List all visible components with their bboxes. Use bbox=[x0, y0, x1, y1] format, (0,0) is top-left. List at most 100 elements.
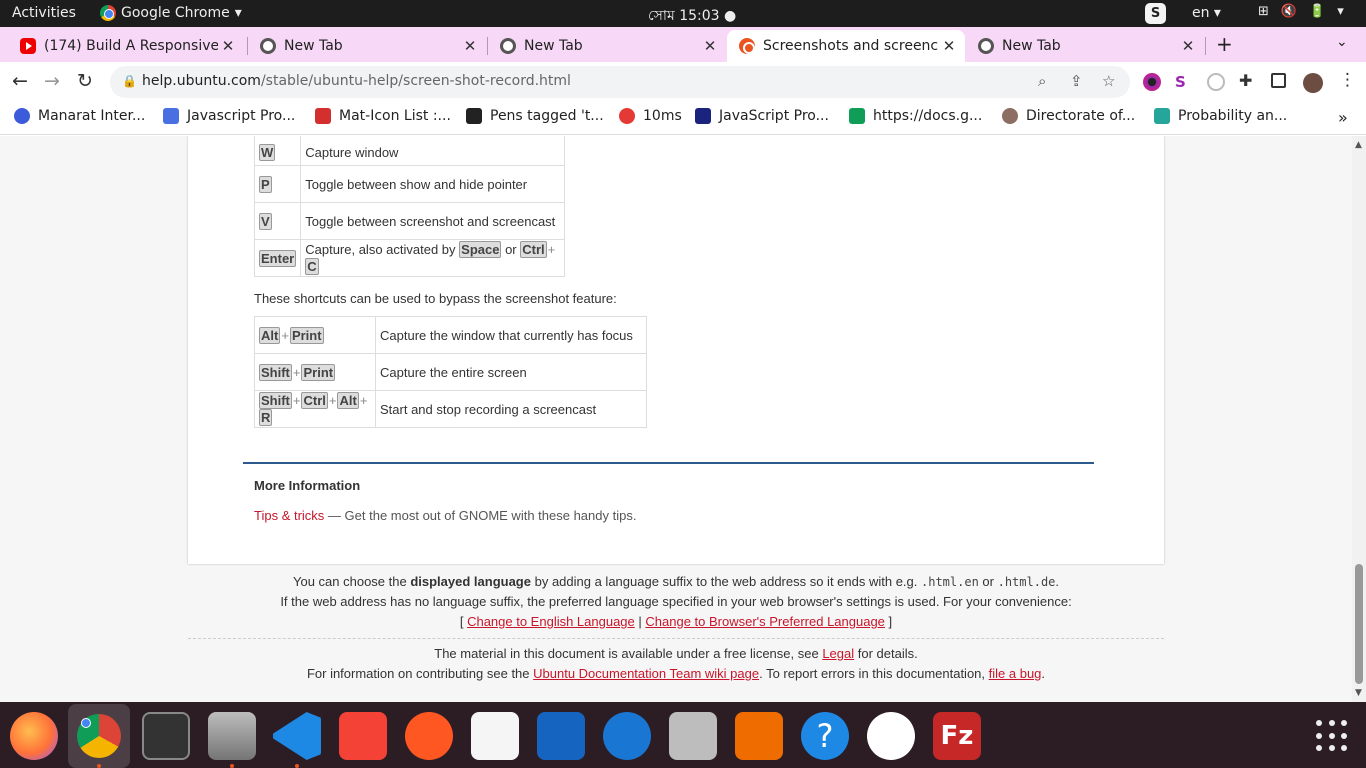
puzzle-extensions-icon[interactable]: ✚ bbox=[1239, 71, 1257, 90]
filezilla-icon[interactable]: Fz bbox=[933, 712, 981, 760]
avatar[interactable] bbox=[1303, 73, 1323, 93]
tab-new-tab[interactable]: New Tab ✕ bbox=[248, 30, 486, 62]
browser-language-link[interactable]: Change to Browser's Preferred Language bbox=[645, 614, 885, 629]
tab-title: Screenshots and screenca bbox=[763, 38, 939, 54]
chrome-icon bbox=[260, 38, 276, 54]
url-host: help.ubuntu.com bbox=[142, 73, 261, 89]
text-editor-icon[interactable] bbox=[471, 712, 519, 760]
system-tray[interactable]: ⊞ 🔇 🔋 ▾ bbox=[1258, 4, 1344, 19]
music-player-icon[interactable] bbox=[669, 712, 717, 760]
close-icon[interactable]: ✕ bbox=[700, 37, 720, 55]
terminal-icon[interactable] bbox=[142, 712, 190, 760]
legal-link[interactable]: Legal bbox=[822, 646, 854, 661]
chevron-down-icon: ▾ bbox=[1337, 4, 1344, 19]
footer-code: .html.en bbox=[921, 575, 979, 589]
bookmark-favicon-icon bbox=[1154, 108, 1170, 124]
tab-screenshots[interactable]: Screenshots and screenca ✕ bbox=[727, 30, 965, 62]
language-indicator[interactable]: en ▾ bbox=[1192, 5, 1221, 21]
document-viewer-icon[interactable] bbox=[537, 712, 585, 760]
more-information-heading: More Information bbox=[254, 478, 361, 493]
key: W bbox=[259, 143, 276, 161]
extension-s-icon[interactable]: S bbox=[1175, 73, 1186, 91]
drawing-app-icon[interactable] bbox=[405, 712, 453, 760]
bookmark-item[interactable]: 10ms bbox=[619, 108, 682, 124]
footer-text: by adding a language suffix to the web a… bbox=[530, 574, 921, 589]
bookmark-item[interactable]: Directorate of... bbox=[1002, 108, 1135, 124]
bookmark-favicon-icon bbox=[163, 108, 179, 124]
scrollbar-thumb[interactable] bbox=[1355, 564, 1363, 684]
tab-title: New Tab bbox=[1002, 38, 1061, 54]
bookmark-label: 10ms bbox=[643, 108, 682, 124]
tab-title: New Tab bbox=[284, 38, 343, 54]
help-icon[interactable]: ? bbox=[801, 712, 849, 760]
show-applications-icon[interactable] bbox=[1316, 720, 1348, 752]
file-a-bug-link[interactable]: file a bug bbox=[989, 666, 1042, 681]
reload-button[interactable]: ↻ bbox=[77, 70, 93, 92]
bookmark-item[interactable]: https://docs.g... bbox=[849, 108, 982, 124]
bookmark-item[interactable]: JavaScript Pro... bbox=[695, 108, 829, 124]
git-app-icon[interactable] bbox=[339, 712, 387, 760]
bookmark-label: JavaScript Pro... bbox=[719, 108, 829, 124]
share-icon[interactable]: ⇪ bbox=[1070, 72, 1083, 90]
lock-icon[interactable]: 🔒 bbox=[122, 74, 137, 88]
extension-circle-icon[interactable] bbox=[1207, 73, 1225, 91]
tab-new-tab[interactable]: New Tab ✕ bbox=[966, 30, 1204, 62]
user-indicator-icon[interactable]: S bbox=[1145, 3, 1166, 24]
extension-icon[interactable] bbox=[1143, 73, 1161, 91]
key: Print bbox=[301, 363, 336, 381]
bookmark-item[interactable]: Manarat Inter... bbox=[14, 108, 145, 124]
table-row: Enter Capture, also activated by Space o… bbox=[253, 239, 566, 277]
app-menu[interactable]: Google Chrome ▾ bbox=[100, 5, 242, 21]
software-store-icon[interactable] bbox=[735, 712, 783, 760]
table-row: Shift + Print Capture the entire screen bbox=[254, 353, 647, 391]
close-icon[interactable]: ✕ bbox=[460, 37, 480, 55]
bookmark-item[interactable]: Pens tagged 't... bbox=[466, 108, 604, 124]
close-icon[interactable]: ✕ bbox=[1178, 37, 1198, 55]
description-cell: Capture window bbox=[300, 136, 566, 166]
bookmark-item[interactable]: Mat-Icon List :... bbox=[315, 108, 451, 124]
documentation-team-link[interactable]: Ubuntu Documentation Team wiki page bbox=[533, 666, 759, 681]
tab-search-button[interactable]: ⌄ bbox=[1336, 34, 1348, 50]
mail-client-icon[interactable] bbox=[603, 712, 651, 760]
mongodb-icon[interactable] bbox=[867, 712, 915, 760]
scroll-up-icon[interactable]: ▲ bbox=[1355, 140, 1362, 150]
vscode-icon[interactable] bbox=[273, 712, 321, 760]
close-icon[interactable]: ✕ bbox=[939, 37, 959, 55]
page-scrollbar[interactable]: ▲ ▼ bbox=[1352, 136, 1366, 702]
bookmark-item[interactable]: Javascript Pro... bbox=[163, 108, 295, 124]
address-bar[interactable]: 🔒 help.ubuntu.com/stable/ubuntu-help/scr… bbox=[110, 66, 1130, 98]
chrome-dock-item[interactable] bbox=[68, 704, 130, 768]
activities-button[interactable]: Activities bbox=[12, 5, 76, 21]
tab-separator bbox=[1205, 37, 1206, 55]
footer-contribute-line: For information on contributing see the … bbox=[188, 664, 1164, 684]
close-icon[interactable]: ✕ bbox=[218, 37, 238, 55]
url-path: /stable/ubuntu-help/screen-shot-record.h… bbox=[260, 73, 571, 89]
tips-and-tricks-link[interactable]: Tips & tricks bbox=[254, 508, 324, 523]
new-tab-button[interactable]: + bbox=[1216, 32, 1233, 56]
files-icon[interactable] bbox=[208, 712, 256, 760]
plus-sign: + bbox=[281, 327, 289, 343]
footer-text: You can choose the bbox=[292, 574, 411, 589]
key-cell: Alt + Print bbox=[254, 316, 376, 354]
key: Print bbox=[289, 326, 324, 344]
tab-youtube[interactable]: (174) Build A Responsive S ✕ bbox=[8, 30, 244, 62]
footer-text: . To report errors in this documentation… bbox=[759, 666, 989, 681]
bookmark-item[interactable]: Probability an... bbox=[1154, 108, 1287, 124]
firefox-icon[interactable] bbox=[10, 712, 58, 760]
forward-button[interactable]: → bbox=[44, 70, 60, 92]
url-text[interactable]: help.ubuntu.com/stable/ubuntu-help/scree… bbox=[142, 73, 571, 89]
search-icon[interactable]: ⌕ bbox=[1038, 72, 1046, 90]
bookmarks-overflow-button[interactable]: » bbox=[1338, 108, 1348, 127]
back-button[interactable]: ← bbox=[12, 70, 28, 92]
tab-new-tab[interactable]: New Tab ✕ bbox=[488, 30, 726, 62]
side-panel-icon[interactable] bbox=[1271, 73, 1286, 88]
scroll-down-icon[interactable]: ▼ bbox=[1355, 688, 1362, 698]
english-language-link[interactable]: Change to English Language bbox=[467, 614, 635, 629]
bookmark-label: Directorate of... bbox=[1026, 108, 1136, 124]
chevron-down-icon: ▾ bbox=[234, 5, 242, 21]
more-menu-icon[interactable]: ⋮ bbox=[1339, 70, 1356, 90]
volume-muted-icon: 🔇 bbox=[1280, 4, 1298, 19]
clock[interactable]: সোম 15:03 ● bbox=[648, 4, 736, 28]
chrome-icon bbox=[100, 5, 116, 21]
bookmark-star-icon[interactable]: ☆ bbox=[1102, 72, 1115, 90]
